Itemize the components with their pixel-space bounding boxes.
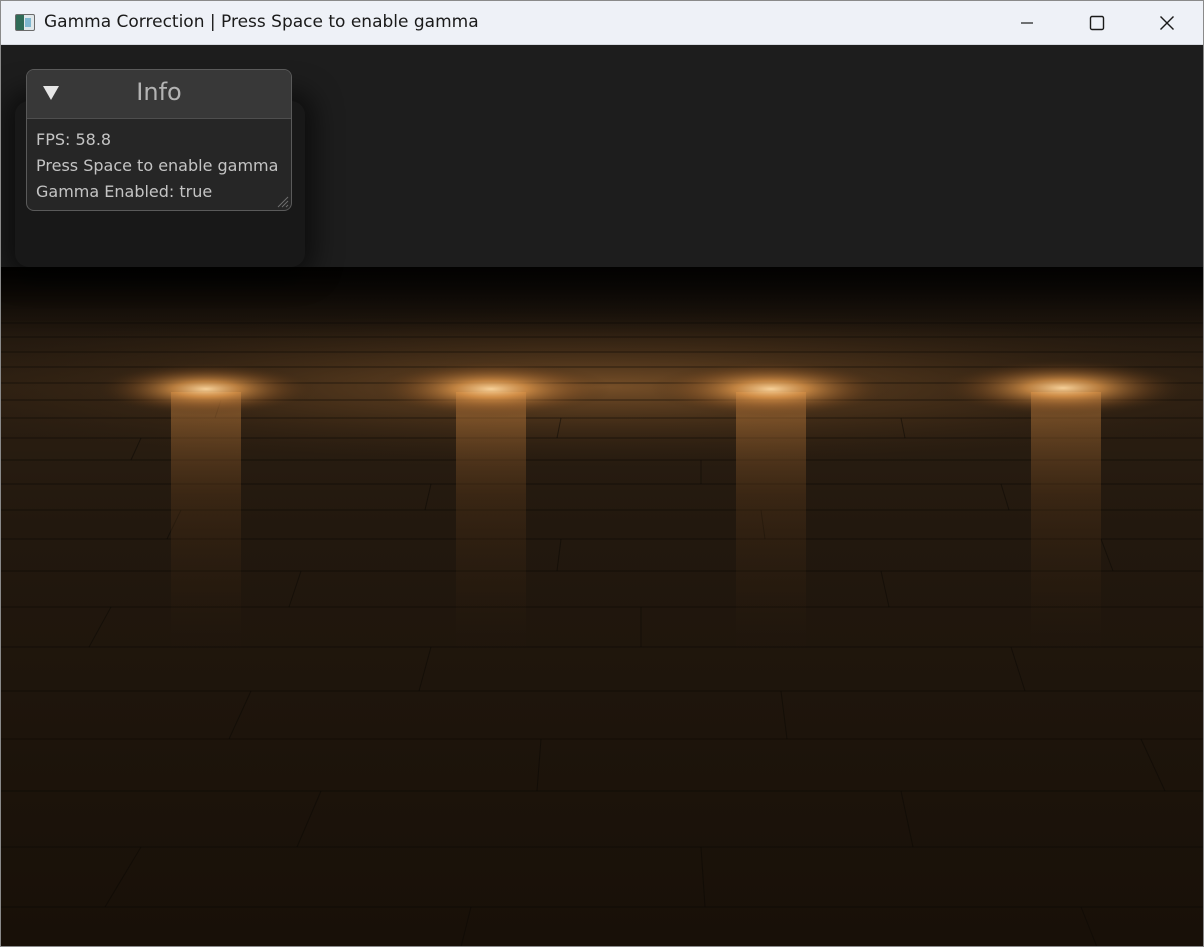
floor-render [1,267,1203,946]
wooden-floor [1,267,1203,946]
light-spot [651,361,891,417]
close-button[interactable] [1132,1,1202,44]
light-spot [938,360,1188,416]
info-panel-title: Info [136,78,182,106]
light-spot [371,361,611,417]
title-bar[interactable]: Gamma Correction | Press Space to enable… [1,1,1203,45]
info-panel[interactable]: Info FPS: 58.8 Press Space to enable gam… [26,69,292,211]
resize-grip-icon[interactable] [275,194,289,208]
gamma-status-text: Gamma Enabled: true [36,182,213,201]
plank-joints [88,399,1166,946]
info-panel-header[interactable]: Info [27,70,291,119]
minimize-button[interactable] [992,1,1062,44]
info-panel-body: FPS: 58.8 Press Space to enable gamma Ga… [36,127,291,205]
instruction-text: Press Space to enable gamma [36,156,279,175]
app-icon [15,14,35,31]
maximize-button[interactable] [1062,1,1132,44]
minimize-icon [1021,21,1033,24]
horizon-fade [1,267,1203,337]
fps-text: FPS: 58.8 [36,130,112,149]
app-window: Gamma Correction | Press Space to enable… [0,0,1204,947]
close-icon [1160,15,1174,30]
maximize-icon [1089,15,1105,30]
window-title: Gamma Correction | Press Space to enable… [44,12,479,32]
light-spot [96,363,316,415]
